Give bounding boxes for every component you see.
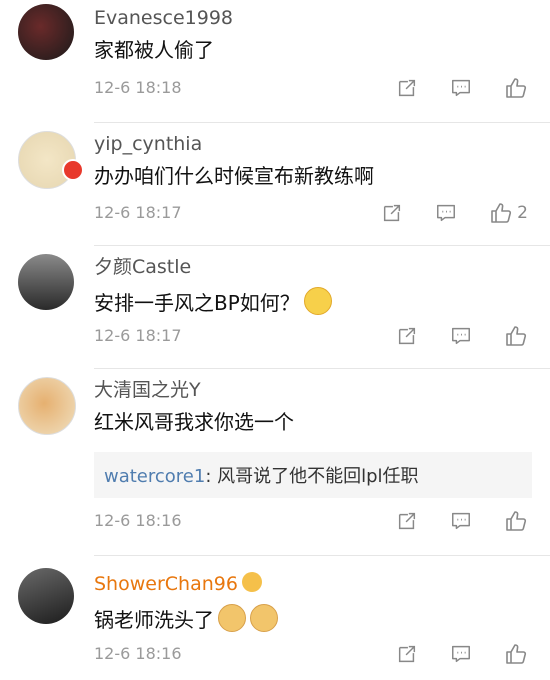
comment-text: 家都被人偷了 xyxy=(94,38,214,62)
timestamp: 12-6 18:16 xyxy=(94,644,182,663)
share-icon[interactable] xyxy=(396,510,418,532)
comment-icon[interactable] xyxy=(450,643,472,665)
username[interactable]: Evanesce1998 xyxy=(94,9,233,28)
thumbs-up-icon[interactable] xyxy=(504,76,528,100)
comment-icon[interactable] xyxy=(450,510,472,532)
avatar[interactable] xyxy=(18,568,74,624)
share-icon[interactable] xyxy=(381,202,403,224)
share-icon[interactable] xyxy=(396,643,418,665)
username[interactable]: yip_cynthia xyxy=(94,135,374,154)
comment-text-content: 安排一手风之BP如何？ xyxy=(94,291,300,315)
timestamp: 12-6 18:17 xyxy=(94,203,182,222)
thumbs-up-icon[interactable] xyxy=(504,509,528,533)
share-icon[interactable] xyxy=(396,77,418,99)
grin-emoji-icon xyxy=(303,287,332,315)
thumbs-up-icon[interactable] xyxy=(504,642,528,666)
thumbs-up-icon[interactable]: 2 xyxy=(489,201,528,225)
verified-badge-icon xyxy=(62,159,84,181)
comment-item: 夕颜Castle 安排一手风之BP如何？ 12-6 18:17 xyxy=(18,246,550,369)
avatar[interactable] xyxy=(18,4,74,60)
timestamp: 12-6 18:18 xyxy=(94,78,182,97)
avatar[interactable] xyxy=(18,254,74,310)
username[interactable]: ShowerChan96 xyxy=(94,572,278,594)
username[interactable]: 夕颜Castle xyxy=(94,258,332,277)
reply-username[interactable]: watercore1 xyxy=(104,466,205,487)
comment-text-content: 锅老师洗头了 xyxy=(94,608,214,632)
comment-text: 红米风哥我求你选一个 xyxy=(94,410,294,434)
timestamp: 12-6 18:16 xyxy=(94,511,182,530)
share-icon[interactable] xyxy=(396,325,418,347)
avatar[interactable] xyxy=(18,377,76,435)
comment-item: Evanesce1998 家都被人偷了 12-6 18:18 xyxy=(18,0,550,123)
comment-text: 办办咱们什么时候宣布新教练啊 xyxy=(94,164,374,188)
comment-text: 锅老师洗头了 xyxy=(94,604,278,632)
comment-item: ShowerChan96 锅老师洗头了 12-6 18:16 xyxy=(18,556,550,680)
like-count: 2 xyxy=(517,203,528,223)
doge-emoji-icon xyxy=(218,604,246,632)
comment-icon[interactable] xyxy=(450,325,472,347)
reply-preview[interactable]: watercore1: 风哥说了他不能回lpl任职 xyxy=(94,452,532,498)
username-text: ShowerChan96 xyxy=(94,573,238,595)
thumbs-up-icon[interactable] xyxy=(504,324,528,348)
comment-icon[interactable] xyxy=(435,202,457,224)
comment-icon[interactable] xyxy=(450,77,472,99)
reply-text: : 风哥说了他不能回lpl任职 xyxy=(205,466,419,487)
timestamp: 12-6 18:17 xyxy=(94,326,182,345)
doge-emoji-icon xyxy=(250,604,278,632)
comment-item: yip_cynthia 办办咱们什么时候宣布新教练啊 12-6 18:17 2 xyxy=(18,123,550,246)
comment-text: 安排一手风之BP如何？ xyxy=(94,287,332,315)
username[interactable]: 大清国之光Y xyxy=(94,381,532,400)
crown-badge-icon xyxy=(241,572,262,592)
comment-item: 大清国之光Y 红米风哥我求你选一个 watercore1: 风哥说了他不能回lp… xyxy=(18,369,550,556)
